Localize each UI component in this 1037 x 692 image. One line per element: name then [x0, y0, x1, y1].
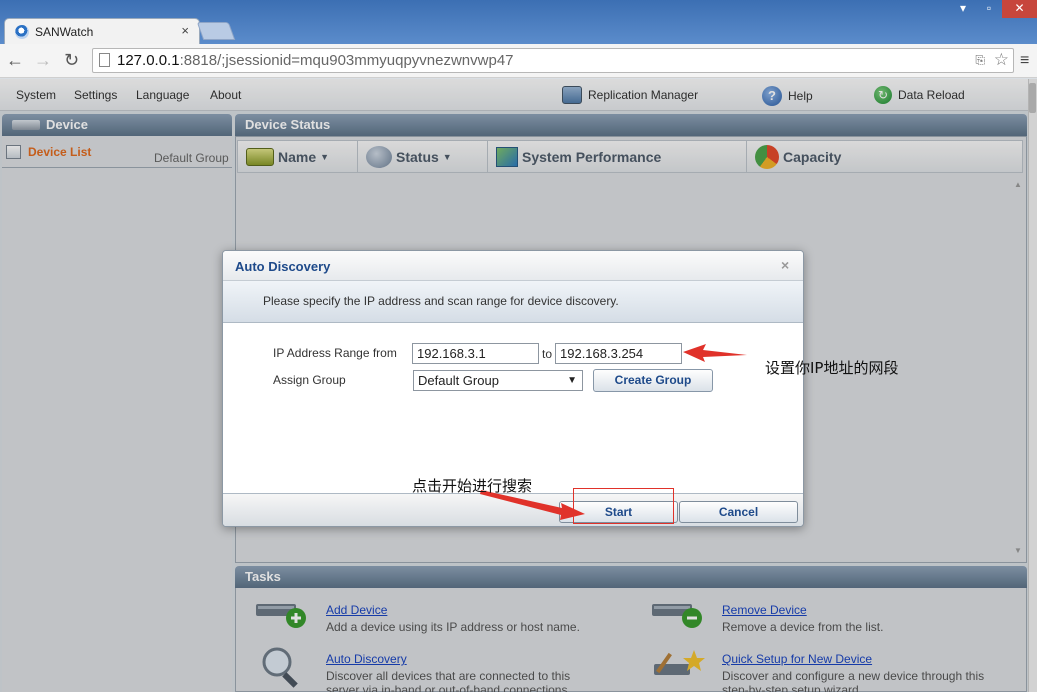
browser-tab-bar: SANWatch × ▾ ▫ ✕ [0, 0, 1037, 44]
url-text: 127.0.0.1:8818/;jsessionid=mqu903mmyuqpy… [117, 52, 514, 69]
ip-from-input[interactable] [412, 343, 539, 364]
maximize-window-icon[interactable]: ▫ [976, 0, 1002, 18]
minimize-window-icon[interactable]: ▾ [950, 0, 976, 18]
forward-arrow-icon[interactable]: → [34, 51, 52, 69]
create-group-button[interactable]: Create Group [593, 369, 713, 392]
browser-tab[interactable]: SANWatch × [4, 18, 200, 44]
translate-icon[interactable]: ⎘ [975, 53, 985, 68]
to-label: to [542, 347, 553, 361]
ip-range-label: IP Address Range from [273, 346, 397, 360]
close-tab-icon[interactable]: × [181, 23, 189, 38]
chevron-down-icon: ▼ [567, 375, 577, 386]
ip-to-input[interactable] [555, 343, 682, 364]
reload-icon[interactable]: ↻ [64, 51, 79, 69]
assign-group-value: Default Group [418, 373, 499, 388]
start-annotation: 点击开始进行搜索 [412, 477, 533, 495]
bookmark-star-icon[interactable]: ☆ [994, 50, 1009, 70]
address-bar[interactable]: 127.0.0.1:8818/;jsessionid=mqu903mmyuqpy… [92, 48, 1014, 73]
dialog-body: IP Address Range from to Assign Group De… [223, 323, 803, 493]
dialog-title: Auto Discovery [235, 259, 331, 274]
cancel-button[interactable]: Cancel [679, 501, 798, 523]
dialog-description-text: Please specify the IP address and scan r… [263, 294, 619, 308]
tab-title: SANWatch [35, 25, 94, 39]
ip-range-annotation: 设置你IP地址的网段 [765, 359, 899, 377]
back-arrow-icon[interactable]: ← [6, 51, 24, 69]
new-tab-button[interactable] [196, 22, 236, 40]
close-icon[interactable]: × [781, 257, 789, 273]
dialog-description: Please specify the IP address and scan r… [223, 281, 803, 323]
close-window-icon[interactable]: ✕ [1002, 0, 1037, 18]
browser-menu-icon[interactable]: ≡ [1020, 52, 1029, 70]
assign-group-select[interactable]: Default Group ▼ [413, 370, 583, 391]
sanwatch-favicon-icon [15, 25, 29, 39]
dialog-footer: Start Cancel [223, 493, 803, 526]
dialog-title-bar: Auto Discovery × [223, 251, 803, 281]
browser-toolbar: ← → ↻ 127.0.0.1:8818/;jsessionid=mqu903m… [0, 44, 1037, 78]
page-icon [99, 53, 110, 67]
assign-group-label: Assign Group [273, 373, 346, 387]
start-highlight-box [573, 488, 674, 524]
